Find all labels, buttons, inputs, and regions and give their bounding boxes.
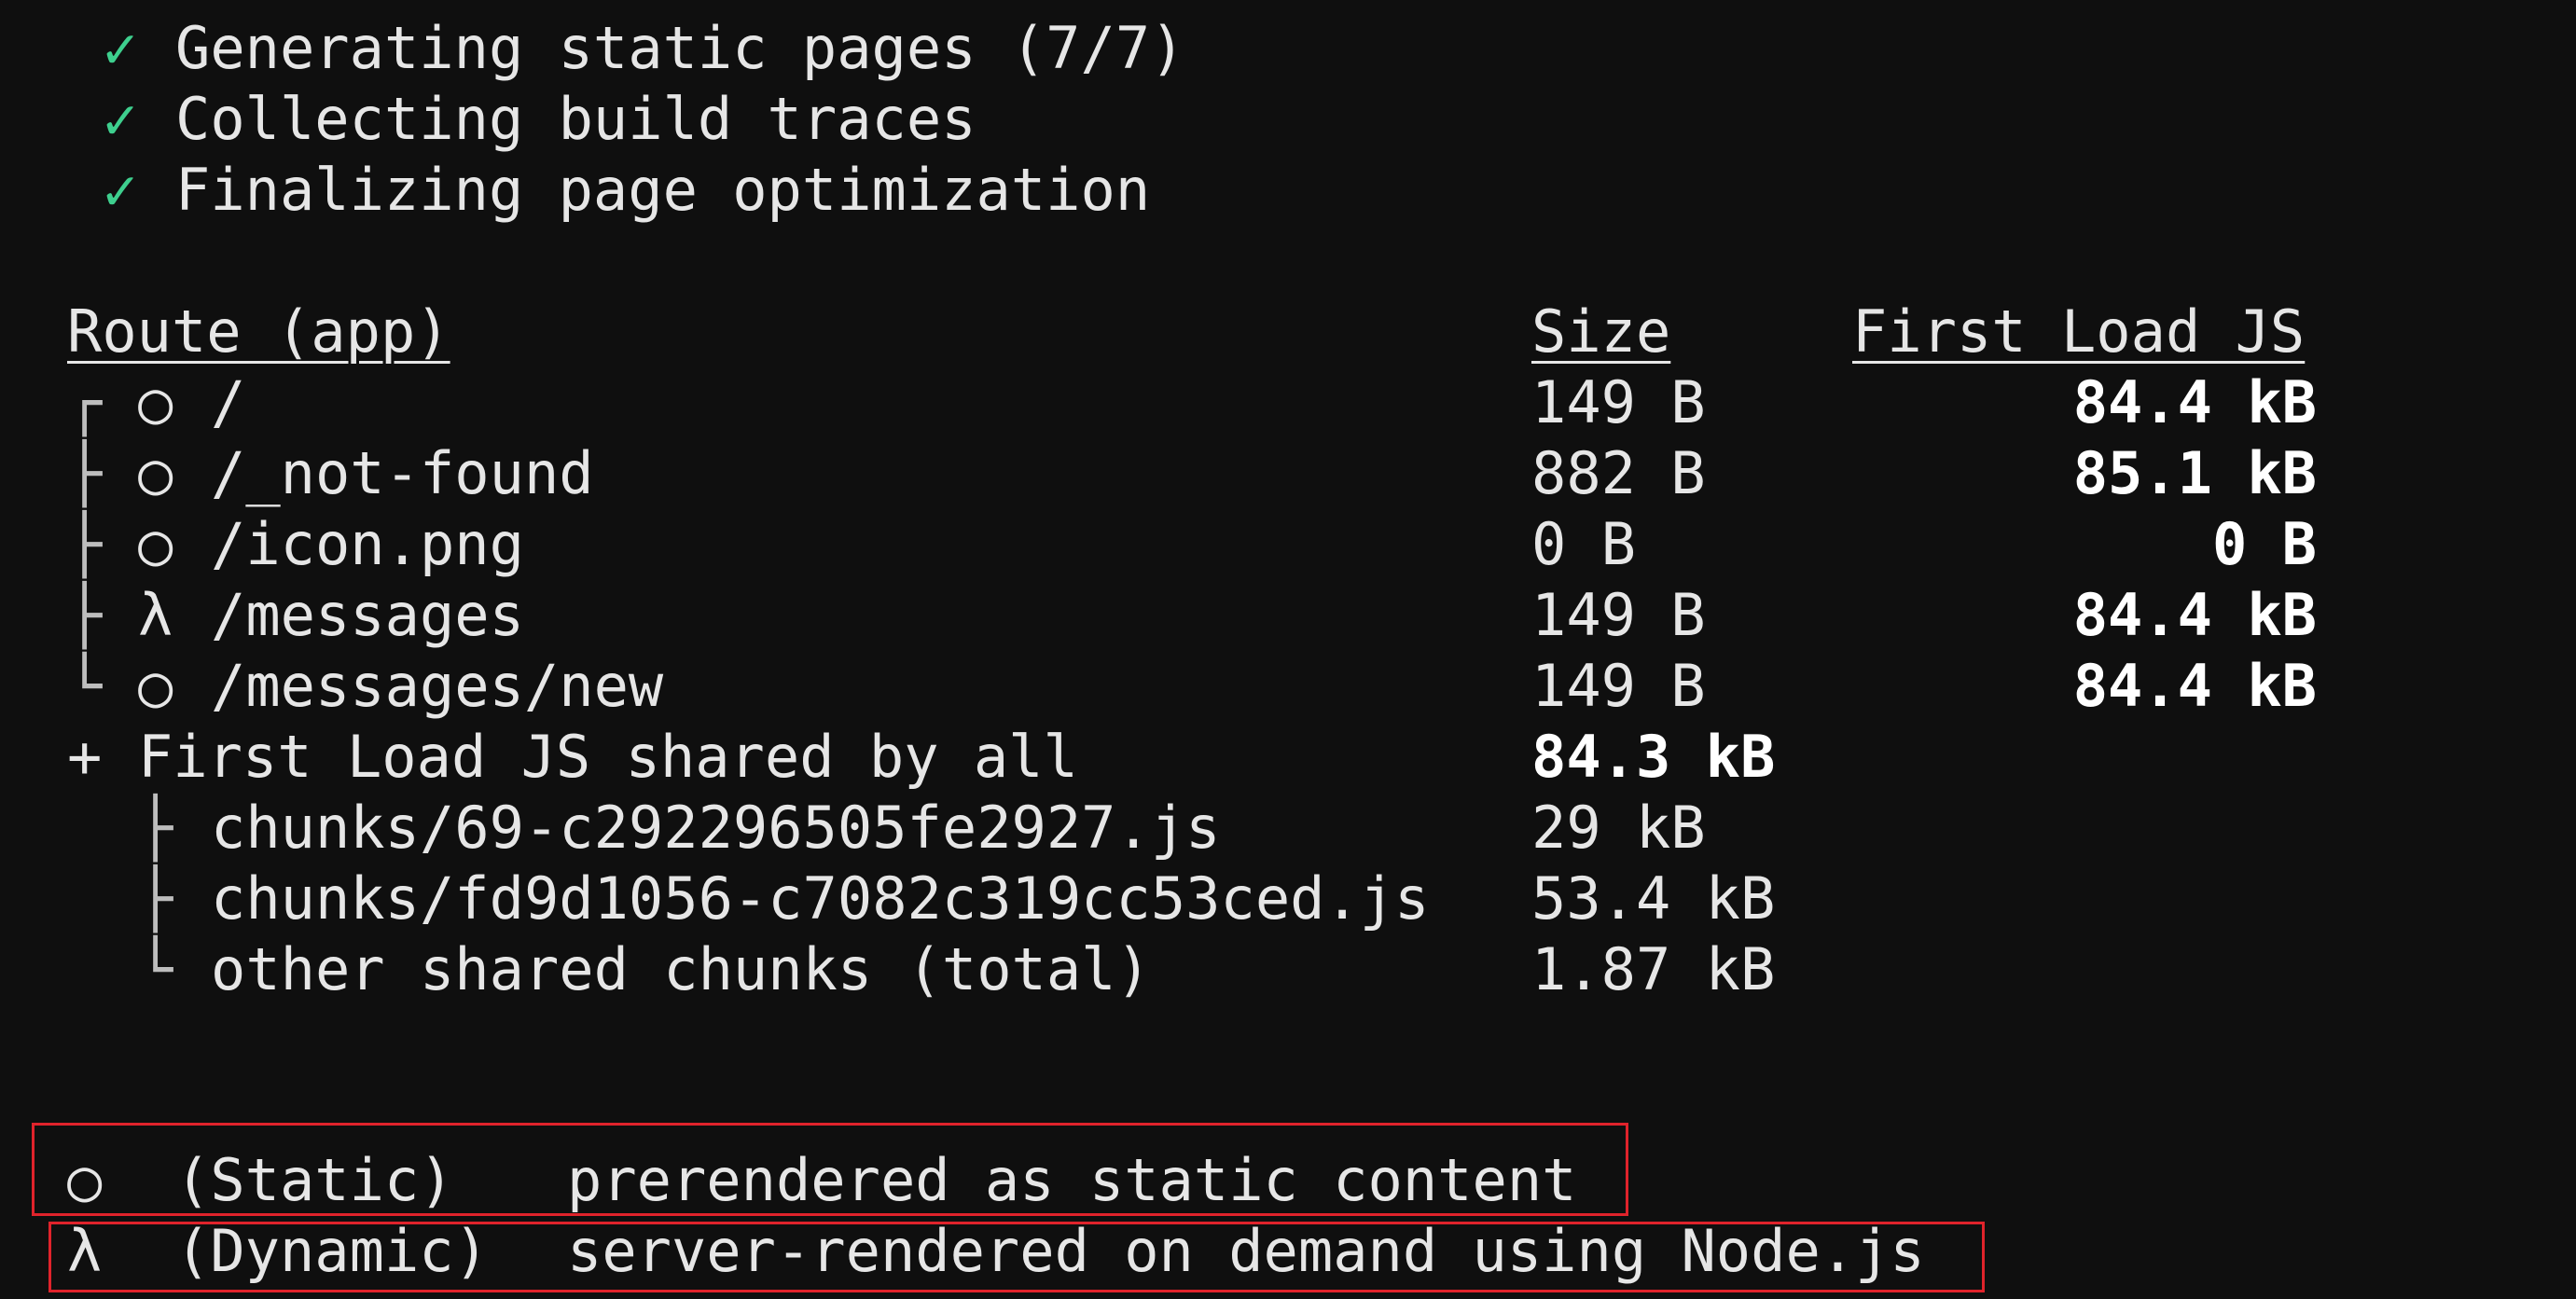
chunk-size: 29 kB xyxy=(1531,794,1706,862)
route-path: /icon.png xyxy=(211,510,524,578)
chunk-size: 1.87 kB xyxy=(1531,935,1776,1003)
route-first-load: 84.4 kB xyxy=(2072,652,2317,720)
table-row: └ ○ /messages/new 149 B 84.4 kB xyxy=(0,651,2317,722)
progress-text: Finalizing page optimization xyxy=(175,156,1151,224)
tree-connector: ├ xyxy=(67,581,103,649)
route-first-load: 84.4 kB xyxy=(2072,581,2317,649)
route-size: 882 B xyxy=(1531,439,1706,507)
tree-connector: ├ xyxy=(67,439,103,507)
chunk-name: chunks/fd9d1056-c7082c319cc53ced.js xyxy=(211,864,1430,933)
chunk-name: other shared chunks (total) xyxy=(211,935,1151,1003)
static-route-icon: ○ xyxy=(138,368,173,436)
highlight-box-static xyxy=(32,1123,1628,1216)
tree-connector: ┌ xyxy=(67,368,103,436)
size-header: Size xyxy=(1531,297,1671,366)
chunk-row: ├ chunks/69-c292296505fe2927.js 29 kB xyxy=(0,793,1706,864)
route-path: / xyxy=(211,368,246,436)
route-first-load: 0 B xyxy=(2212,510,2317,578)
progress-line: ✓ Collecting build traces xyxy=(0,84,976,155)
tree-connector: └ xyxy=(138,935,173,1003)
progress-line: ✓ Generating static pages (7/7) xyxy=(0,13,1185,84)
static-route-icon: ○ xyxy=(138,510,173,578)
tree-connector: ├ xyxy=(138,864,173,933)
shared-row: + First Load JS shared by all 84.3 kB xyxy=(0,722,1775,793)
route-path: /messages xyxy=(211,581,524,649)
plus-icon: + xyxy=(67,723,103,791)
route-header: Route (app) xyxy=(67,297,450,366)
static-route-icon: ○ xyxy=(138,652,173,720)
tree-connector: ├ xyxy=(67,510,103,578)
progress-line: ✓ Finalizing page optimization xyxy=(0,155,1150,226)
dynamic-route-icon: λ xyxy=(138,581,173,649)
first-load-header: First Load JS xyxy=(1852,297,2306,366)
check-icon: ✓ xyxy=(103,14,138,82)
chunk-row: └ other shared chunks (total) 1.87 kB xyxy=(0,934,1775,1005)
chunk-name: chunks/69-c292296505fe2927.js xyxy=(211,794,1221,862)
route-size: 0 B xyxy=(1531,510,1636,578)
route-path: /_not-found xyxy=(211,439,594,507)
progress-text: Generating static pages (7/7) xyxy=(175,14,1185,82)
progress-text: Collecting build traces xyxy=(175,85,976,153)
tree-connector: ├ xyxy=(138,794,173,862)
route-path: /messages/new xyxy=(211,652,664,720)
table-row: ┌ ○ / 149 B 84.4 kB xyxy=(0,367,2317,438)
static-route-icon: ○ xyxy=(138,439,173,507)
chunk-row: ├ chunks/fd9d1056-c7082c319cc53ced.js 53… xyxy=(0,864,1775,934)
table-row: ├ ○ /icon.png 0 B 0 B xyxy=(0,509,2317,580)
route-first-load: 84.4 kB xyxy=(2072,368,2317,436)
shared-total: 84.3 kB xyxy=(1531,723,1776,791)
check-icon: ✓ xyxy=(103,156,138,224)
table-header: Route (app) Size First Load JS xyxy=(0,297,2305,367)
route-size: 149 B xyxy=(1531,652,1706,720)
shared-label: First Load JS shared by all xyxy=(138,723,1078,791)
tree-connector: └ xyxy=(67,652,103,720)
route-first-load: 85.1 kB xyxy=(2072,439,2317,507)
table-row: ├ λ /messages 149 B 84.4 kB xyxy=(0,580,2317,651)
terminal-window: ✓ Generating static pages (7/7) ✓ Collec… xyxy=(0,0,2576,1299)
route-size: 149 B xyxy=(1531,368,1706,436)
check-icon: ✓ xyxy=(103,85,138,153)
chunk-size: 53.4 kB xyxy=(1531,864,1776,933)
table-row: ├ ○ /_not-found 882 B 85.1 kB xyxy=(0,438,2317,509)
route-size: 149 B xyxy=(1531,581,1706,649)
highlight-box-dynamic xyxy=(48,1222,1985,1292)
